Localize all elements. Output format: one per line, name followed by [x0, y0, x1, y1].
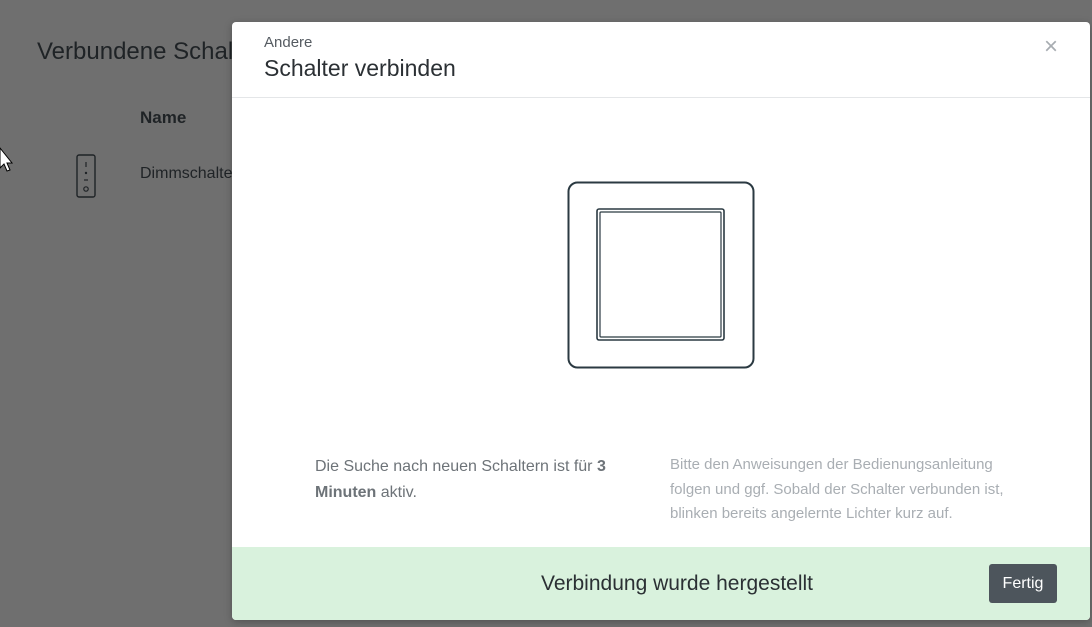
search-text-prefix: Die Suche nach neuen Schaltern ist für: [315, 458, 593, 475]
search-info-text: Die Suche nach neuen Schaltern ist für 3…: [315, 454, 615, 506]
table-row-label[interactable]: Dimmschalter: [140, 165, 238, 183]
dialog-footer: Verbindung wurde hergestellt Fertig: [232, 547, 1090, 620]
connection-status-text: Verbindung wurde hergestellt: [540, 572, 813, 595]
dialog-header: Andere Schalter verbinden ×: [232, 22, 1090, 98]
pairing-instructions: Bitte den Anweisungen der Bedienungsanle…: [670, 456, 1004, 522]
name-column-header[interactable]: Name: [140, 108, 186, 128]
dialog-title: Schalter verbinden: [264, 55, 456, 81]
page-title: Verbundene Schalter: [37, 38, 262, 65]
dialog-subtitle: Andere: [264, 34, 313, 51]
wall-switch-icon: [567, 181, 755, 369]
mouse-cursor-icon: [0, 147, 14, 172]
connect-switch-dialog: Andere Schalter verbinden × Die Suche na…: [232, 22, 1090, 620]
close-icon[interactable]: ×: [1040, 34, 1062, 60]
dimmer-switch-icon: [76, 154, 96, 198]
done-button[interactable]: Fertig: [989, 564, 1057, 603]
search-text-suffix: aktiv.: [380, 484, 417, 501]
